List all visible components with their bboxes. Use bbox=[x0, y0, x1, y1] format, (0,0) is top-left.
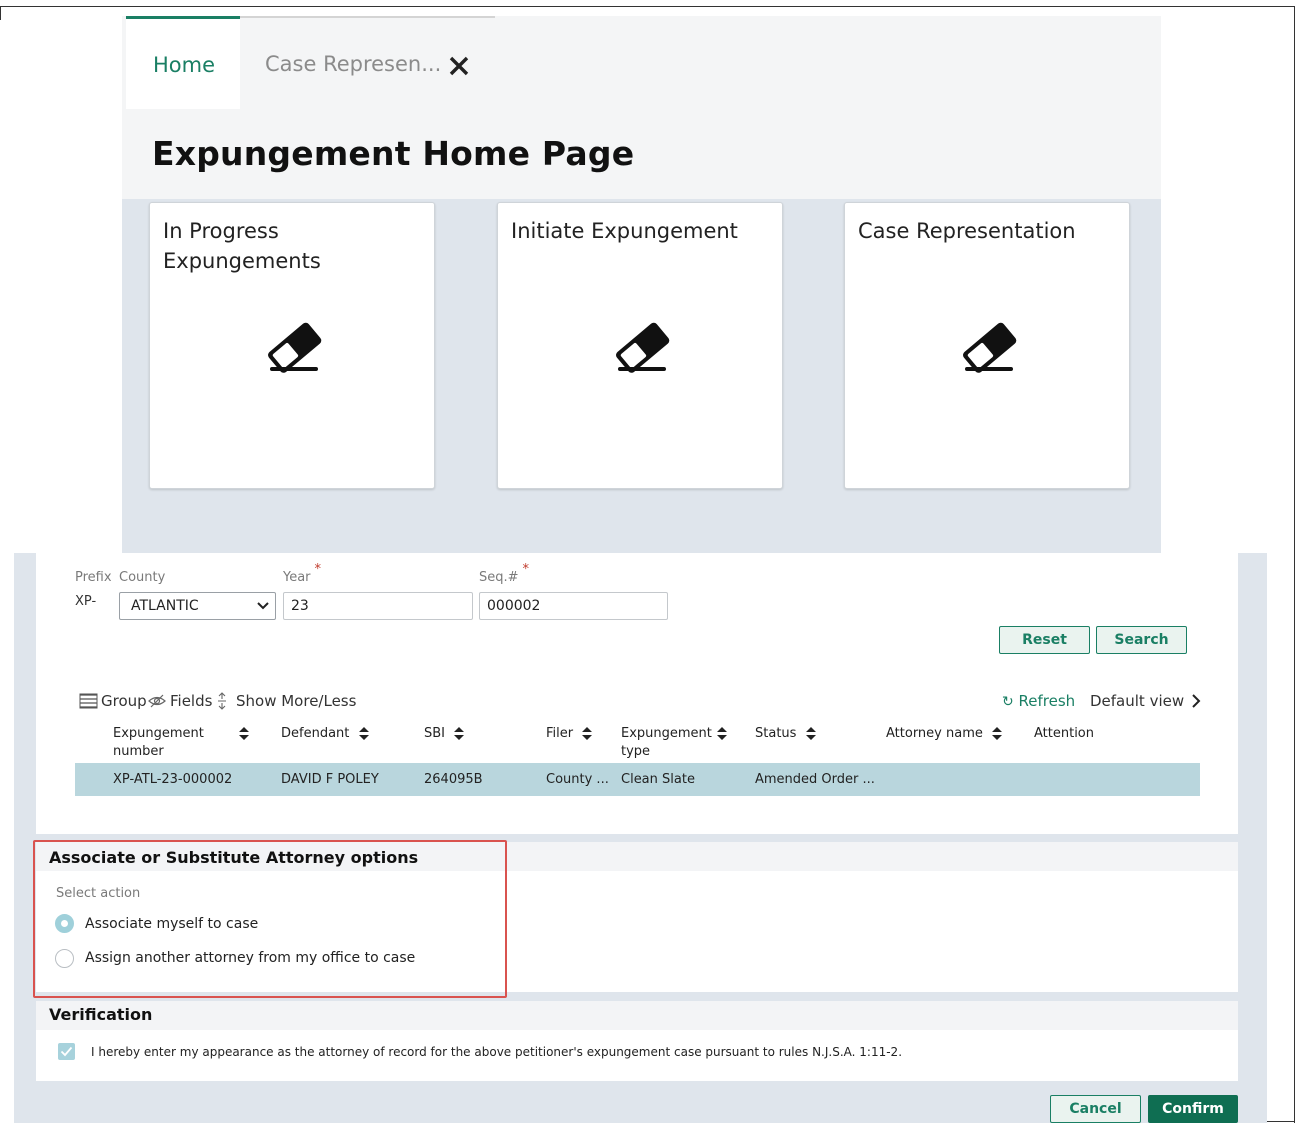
cell-filer: County ... bbox=[546, 772, 609, 787]
header-expungement-type-text: Expungement bbox=[621, 726, 712, 741]
show-more-less-button[interactable]: Show More/Less bbox=[215, 692, 356, 710]
seq-label: Seq.#* bbox=[479, 562, 529, 585]
header-sbi[interactable]: SBI bbox=[424, 725, 465, 743]
county-select[interactable]: ATLANTIC bbox=[119, 592, 276, 620]
header-status-label: Status bbox=[755, 726, 797, 741]
seq-input[interactable]: 000002 bbox=[479, 592, 668, 620]
tab-home-label: Home bbox=[153, 53, 216, 77]
header-expungement-type[interactable]: Expungement type bbox=[621, 725, 727, 761]
header-expungement-type-line1: Expungement bbox=[621, 725, 727, 743]
cell-sbi: 264095B bbox=[424, 772, 483, 787]
cell-defendant: DAVID F POLEY bbox=[281, 772, 379, 787]
header-attorney-name-label: Attorney name bbox=[886, 726, 983, 741]
group-icon bbox=[79, 693, 98, 709]
close-icon[interactable] bbox=[447, 54, 471, 78]
tab-bar: Home Case Represen... bbox=[122, 16, 1161, 109]
refresh-label: Refresh bbox=[1018, 692, 1076, 710]
verification-header bbox=[36, 1001, 1238, 1030]
chevron-right-icon bbox=[1192, 694, 1201, 708]
header-attorney-name[interactable]: Attorney name bbox=[886, 725, 1002, 743]
header-expungement-number-line2: number bbox=[113, 744, 164, 759]
sort-icon bbox=[992, 727, 1002, 740]
fields-button[interactable]: Fields bbox=[147, 692, 212, 710]
tile-label: Case Representation bbox=[858, 219, 1076, 243]
group-label: Group bbox=[101, 692, 147, 710]
page-title: Expungement Home Page bbox=[152, 134, 635, 173]
tab-home[interactable]: Home bbox=[126, 16, 240, 109]
county-label: County bbox=[119, 570, 166, 585]
header-expungement-type-line2: type bbox=[621, 744, 651, 759]
year-label-text: Year bbox=[283, 570, 311, 585]
sort-icon bbox=[805, 727, 816, 740]
tile-in-progress-expungements[interactable]: In Progress Expungements bbox=[149, 202, 435, 489]
expand-collapse-icon bbox=[218, 692, 226, 710]
sort-icon bbox=[358, 727, 369, 740]
header-sbi-label: SBI bbox=[424, 726, 446, 741]
header-filer-label: Filer bbox=[546, 726, 574, 741]
frame-left-line bbox=[0, 6, 1, 20]
show-more-less-label: Show More/Less bbox=[236, 692, 357, 710]
eye-slash-icon bbox=[148, 694, 166, 708]
prefix-value: XP- bbox=[75, 594, 97, 609]
eraser-icon bbox=[616, 322, 670, 373]
eraser-icon bbox=[268, 322, 322, 373]
required-mark: * bbox=[522, 562, 530, 577]
frame-top-line bbox=[0, 6, 1295, 7]
header-expungement-number-line1: Expungement bbox=[113, 726, 204, 741]
cell-status: Amended Order ... bbox=[755, 772, 875, 787]
seq-label-text: Seq.# bbox=[479, 570, 519, 585]
cell-expungement-type: Clean Slate bbox=[621, 772, 695, 787]
tile-label: In Progress Expungements bbox=[163, 219, 321, 273]
eraser-icon bbox=[963, 322, 1017, 373]
header-expungement-number[interactable]: Expungement number bbox=[113, 725, 204, 761]
prefix-label: Prefix bbox=[75, 570, 112, 585]
group-button[interactable]: Group bbox=[79, 692, 147, 710]
tile-label: Initiate Expungement bbox=[511, 219, 738, 243]
header-status[interactable]: Status bbox=[755, 725, 816, 743]
refresh-button[interactable]: ↻ Refresh bbox=[1002, 692, 1075, 710]
tile-case-representation[interactable]: Case Representation bbox=[844, 202, 1130, 489]
chevron-down-icon bbox=[257, 602, 269, 610]
confirm-button[interactable]: Confirm bbox=[1148, 1095, 1238, 1123]
refresh-icon: ↻ bbox=[1002, 694, 1014, 710]
year-input[interactable]: 23 bbox=[283, 592, 473, 620]
sort-icon bbox=[454, 727, 465, 740]
frame-right-line bbox=[1294, 6, 1295, 1123]
fields-label: Fields bbox=[170, 692, 213, 710]
verification-title: Verification bbox=[49, 1005, 153, 1024]
default-view-button[interactable]: Default view bbox=[1090, 692, 1202, 710]
search-button[interactable]: Search bbox=[1096, 626, 1187, 654]
check-icon bbox=[60, 1046, 73, 1057]
header-defendant[interactable]: Defendant bbox=[281, 725, 369, 743]
verification-checkbox[interactable] bbox=[58, 1043, 75, 1060]
sort-icon bbox=[582, 727, 593, 740]
header-attention[interactable]: Attention bbox=[1034, 725, 1094, 743]
tab-case-representation[interactable]: Case Represen... bbox=[240, 16, 495, 109]
sort-icon[interactable] bbox=[239, 727, 249, 740]
default-view-label: Default view bbox=[1090, 692, 1185, 710]
tile-initiate-expungement[interactable]: Initiate Expungement bbox=[497, 202, 783, 489]
county-select-value: ATLANTIC bbox=[131, 598, 199, 614]
reset-button[interactable]: Reset bbox=[999, 626, 1090, 654]
cell-expungement-number: XP-ATL-23-000002 bbox=[113, 772, 233, 787]
required-mark: * bbox=[314, 562, 322, 577]
tab-case-label: Case Represen... bbox=[265, 52, 442, 76]
year-label: Year* bbox=[283, 562, 321, 585]
header-filer[interactable]: Filer bbox=[546, 725, 593, 743]
header-defendant-label: Defendant bbox=[281, 726, 350, 741]
sort-icon bbox=[716, 727, 727, 740]
verification-text: I hereby enter my appearance as the atto… bbox=[91, 1045, 903, 1059]
highlight-box bbox=[33, 840, 507, 998]
cancel-button[interactable]: Cancel bbox=[1050, 1095, 1141, 1123]
